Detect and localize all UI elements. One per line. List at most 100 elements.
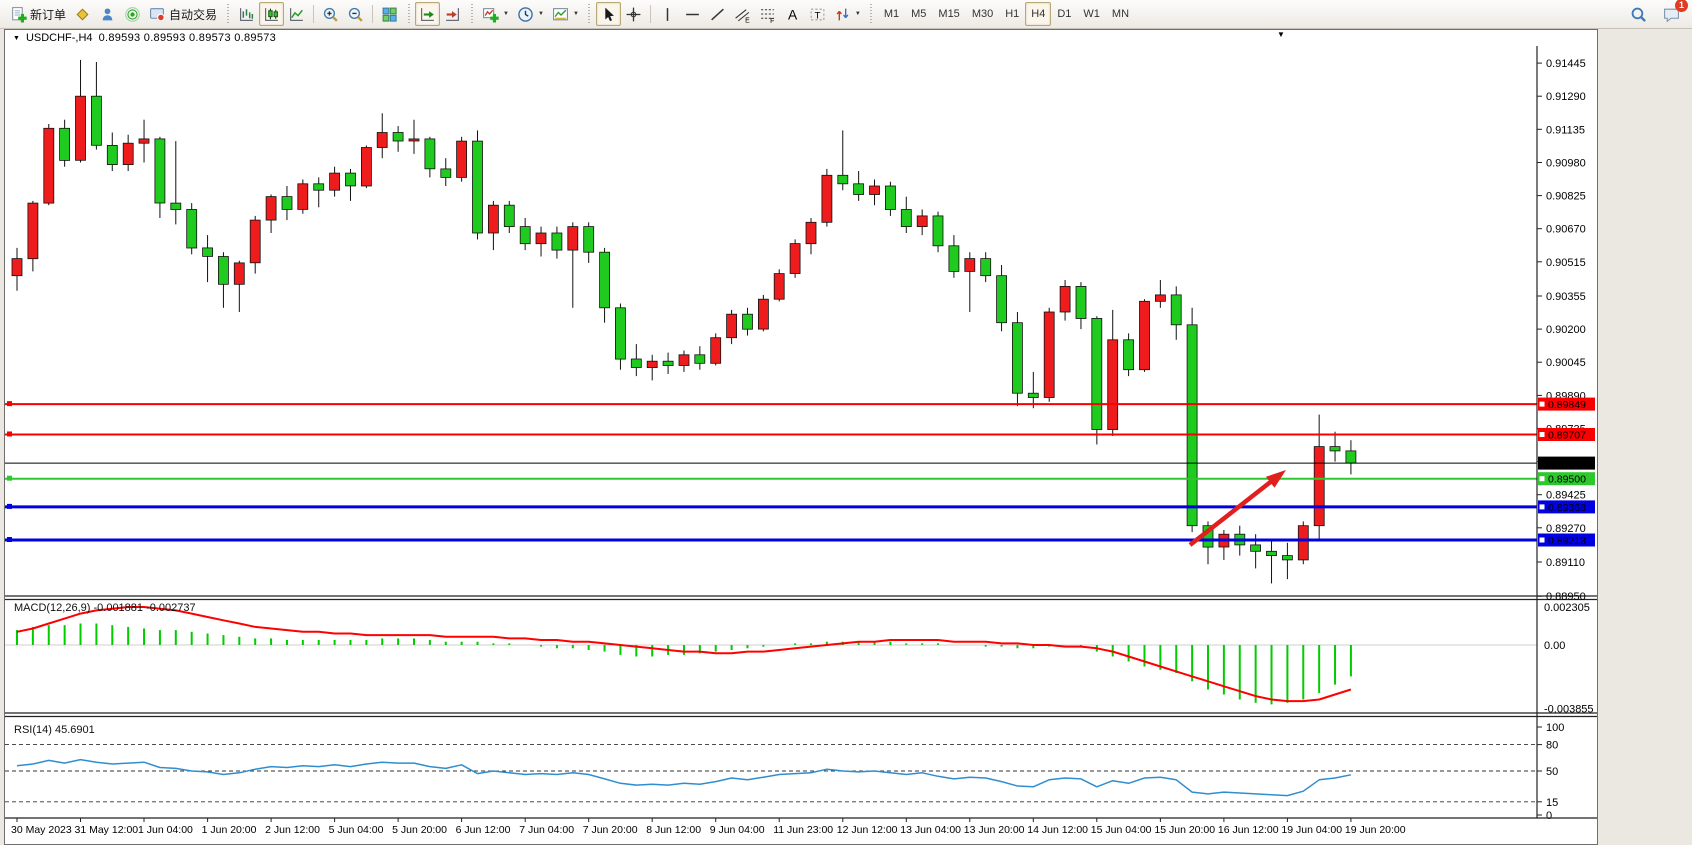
zoom-in-button[interactable] xyxy=(318,2,343,26)
svg-text:0.002305: 0.002305 xyxy=(1544,602,1590,614)
hline-left-marker[interactable] xyxy=(7,431,12,436)
auto-scroll-button[interactable] xyxy=(415,2,440,26)
chart-caption: ▼ USDCHF-,H4 0.89593 0.89593 0.89573 0.8… xyxy=(5,30,1597,46)
toolbar-separator xyxy=(868,4,875,24)
timeframe-m5[interactable]: M5 xyxy=(905,2,932,26)
signals-button[interactable] xyxy=(120,2,145,26)
zoom-out-button[interactable] xyxy=(343,2,368,26)
svg-text:15 Jun 20:00: 15 Jun 20:00 xyxy=(1154,824,1215,836)
svg-text:16 Jun 12:00: 16 Jun 12:00 xyxy=(1218,824,1279,836)
search-icon[interactable] xyxy=(1626,2,1651,26)
timeframe-h4[interactable]: H4 xyxy=(1025,2,1051,26)
svg-text:F: F xyxy=(770,17,774,22)
chart-window: ▼ USDCHF-,H4 0.89593 0.89593 0.89573 0.8… xyxy=(4,29,1598,845)
svg-text:0.89110: 0.89110 xyxy=(1546,557,1585,569)
svg-text:15: 15 xyxy=(1546,797,1558,809)
svg-text:0.89213: 0.89213 xyxy=(1548,535,1586,547)
svg-text:8 Jun 12:00: 8 Jun 12:00 xyxy=(646,824,701,836)
svg-text:0.90355: 0.90355 xyxy=(1546,291,1586,303)
timeframe-m15[interactable]: M15 xyxy=(932,2,965,26)
autotrading-button[interactable]: 自动交易 xyxy=(145,2,221,26)
svg-text:9 Jun 04:00: 9 Jun 04:00 xyxy=(710,824,765,836)
time-axis[interactable]: 30 May 202331 May 12:001 Jun 04:001 Jun … xyxy=(5,818,1597,836)
new-order-button[interactable]: 新订单 xyxy=(6,2,70,26)
svg-text:0.91445: 0.91445 xyxy=(1546,58,1586,70)
toolbar-separator xyxy=(405,4,412,24)
timeframe-m1[interactable]: M1 xyxy=(878,2,905,26)
horizontal-line-button[interactable] xyxy=(680,2,705,26)
templates-button[interactable]: ▼ xyxy=(548,2,583,26)
tile-windows-button[interactable] xyxy=(377,2,402,26)
timeframe-h1[interactable]: H1 xyxy=(999,2,1025,26)
chevron-down-icon[interactable]: ▼ xyxy=(573,11,579,17)
notifications-icon[interactable]: 1 xyxy=(1659,2,1684,26)
chevron-down-icon[interactable]: ▼ xyxy=(855,11,861,17)
svg-text:0.89425: 0.89425 xyxy=(1546,490,1586,502)
svg-text:0.91135: 0.91135 xyxy=(1546,124,1585,136)
svg-text:0.90980: 0.90980 xyxy=(1546,158,1586,170)
timeframe-w1[interactable]: W1 xyxy=(1077,2,1106,26)
rsi-line xyxy=(17,760,1351,796)
toolbar-separator xyxy=(586,4,593,24)
market-button[interactable] xyxy=(70,2,95,26)
timeframe-d1[interactable]: D1 xyxy=(1051,2,1077,26)
candlestick-chart-button[interactable] xyxy=(259,2,284,26)
macd-label: MACD(12,26,9) -0.001881 -0.002737 xyxy=(14,602,196,614)
toolbar-buttons: 新订单 自动交易 ▼ ▼ ▼ E F AT ▼ M1M5M15M30H1H4D1W1MN xyxy=(6,0,1135,28)
svg-text:0.90045: 0.90045 xyxy=(1546,357,1586,369)
timeframe-mn[interactable]: MN xyxy=(1106,2,1135,26)
timeframe-m30[interactable]: M30 xyxy=(966,2,999,26)
svg-text:0.90670: 0.90670 xyxy=(1546,224,1586,236)
svg-text:30 May 2023: 30 May 2023 xyxy=(11,824,72,836)
chart-shift-marker[interactable]: ▼ xyxy=(1277,30,1285,39)
vertical-line-button[interactable] xyxy=(655,2,680,26)
toolbar-separator xyxy=(650,5,651,23)
fibonacci-button[interactable]: F xyxy=(755,2,780,26)
text-button[interactable]: A xyxy=(780,2,805,26)
horizontal-lines[interactable] xyxy=(5,401,1537,542)
autotrading-label: 自动交易 xyxy=(169,6,217,23)
hline-left-marker[interactable] xyxy=(7,401,12,406)
line-chart-button[interactable] xyxy=(284,2,309,26)
cursor-button[interactable] xyxy=(596,2,621,26)
svg-text:-0.003855: -0.003855 xyxy=(1544,704,1594,716)
svg-text:0.89573: 0.89573 xyxy=(1548,458,1586,470)
indicators-button[interactable]: ▼ xyxy=(478,2,513,26)
chart-shift-button[interactable] xyxy=(440,2,465,26)
svg-text:0.89368: 0.89368 xyxy=(1548,502,1586,514)
rsi-label: RSI(14) 45.6901 xyxy=(14,724,95,736)
svg-text:6 Jun 12:00: 6 Jun 12:00 xyxy=(456,824,511,836)
chart-canvas[interactable]: 0.91445 0.91290 0.91135 0.90980 0.90825 0.906… xyxy=(5,46,1597,843)
svg-text:0.91290: 0.91290 xyxy=(1546,91,1586,103)
svg-text:14 Jun 12:00: 14 Jun 12:00 xyxy=(1027,824,1088,836)
chart-symbol-period: USDCHF-,H4 xyxy=(26,32,93,44)
svg-text:1 Jun 04:00: 1 Jun 04:00 xyxy=(138,824,193,836)
hline-left-marker[interactable] xyxy=(7,504,12,509)
toolbar-separator xyxy=(313,5,314,23)
svg-text:2 Jun 12:00: 2 Jun 12:00 xyxy=(265,824,320,836)
hline-left-marker[interactable] xyxy=(7,537,12,542)
periods-button[interactable]: ▼ xyxy=(513,2,548,26)
bar-chart-button[interactable] xyxy=(234,2,259,26)
svg-text:5 Jun 04:00: 5 Jun 04:00 xyxy=(329,824,384,836)
svg-text:7 Jun 20:00: 7 Jun 20:00 xyxy=(583,824,638,836)
chart-quote: 0.89593 0.89593 0.89573 0.89573 xyxy=(99,32,277,44)
svg-text:0.90825: 0.90825 xyxy=(1546,191,1586,203)
svg-text:7 Jun 04:00: 7 Jun 04:00 xyxy=(519,824,574,836)
macd-pane[interactable] xyxy=(5,607,1537,704)
crosshair-button[interactable] xyxy=(621,2,646,26)
rsi-pane[interactable] xyxy=(5,745,1537,802)
svg-text:1 Jun 20:00: 1 Jun 20:00 xyxy=(202,824,257,836)
svg-text:19 Jun 04:00: 19 Jun 04:00 xyxy=(1281,824,1342,836)
chevron-down-icon[interactable]: ▼ xyxy=(538,11,544,17)
trendline-button[interactable] xyxy=(705,2,730,26)
svg-text:13 Jun 04:00: 13 Jun 04:00 xyxy=(900,824,961,836)
text-label-button[interactable]: T xyxy=(805,2,830,26)
community-button[interactable] xyxy=(95,2,120,26)
equidistant-channel-button[interactable]: E xyxy=(730,2,755,26)
arrows-button[interactable]: ▼ xyxy=(830,2,865,26)
caption-menu-icon[interactable]: ▼ xyxy=(13,35,20,42)
svg-text:80: 80 xyxy=(1546,740,1558,752)
hline-left-marker[interactable] xyxy=(7,476,12,481)
chevron-down-icon[interactable]: ▼ xyxy=(503,11,509,17)
